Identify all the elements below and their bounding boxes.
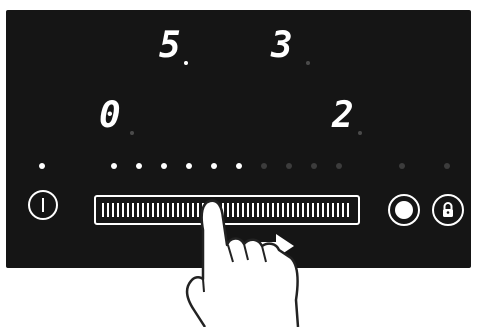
rear-right-zone-display: 3: [271, 25, 293, 66]
power-level-led: [261, 163, 267, 169]
power-level-led: [186, 163, 192, 169]
power-level-led: [286, 163, 292, 169]
power-slider[interactable]: [94, 195, 360, 225]
rear-left-zone-dot: [184, 61, 188, 65]
power-level-led: [136, 163, 142, 169]
lock-indicator-led: [444, 163, 450, 169]
arrow-right-icon: [254, 234, 294, 258]
timer-indicator-led: [399, 163, 405, 169]
timer-icon: [395, 201, 413, 219]
rear-right-zone-dot: [306, 61, 310, 65]
lock-icon: [443, 202, 453, 217]
timer-button[interactable]: [388, 194, 420, 226]
power-level-led: [211, 163, 217, 169]
power-level-led: [236, 163, 242, 169]
power-indicator-led: [39, 163, 45, 169]
lock-button[interactable]: [432, 194, 464, 226]
front-left-zone-dot: [130, 131, 134, 135]
power-button[interactable]: [28, 190, 58, 220]
front-right-zone-dot: [358, 131, 362, 135]
power-level-led: [161, 163, 167, 169]
rear-left-zone-display: 5: [159, 25, 181, 66]
front-right-zone-display: 2: [332, 95, 354, 136]
front-left-zone-display: 0: [99, 95, 121, 136]
slider-track: [102, 203, 352, 217]
power-level-led: [311, 163, 317, 169]
cooktop-control-panel: 5 3 0 2: [6, 10, 471, 268]
power-level-led: [336, 163, 342, 169]
power-level-led: [111, 163, 117, 169]
power-icon: [42, 198, 44, 212]
